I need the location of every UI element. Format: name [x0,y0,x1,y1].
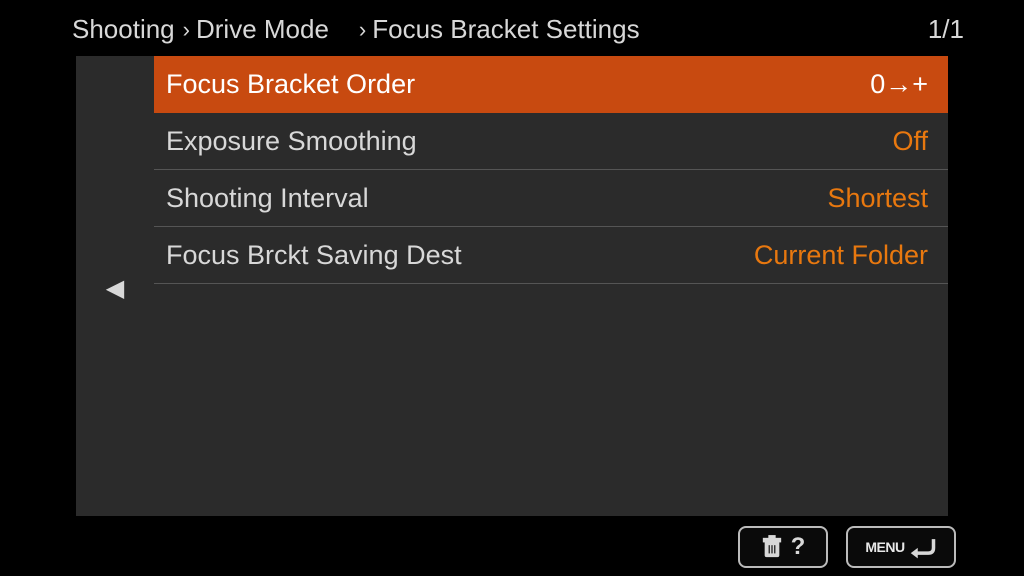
menu-item-value: 0→+ [870,69,928,100]
menu-item-value: Current Folder [754,240,928,271]
menu-panel: ◀ Focus Bracket Order 0→+ Exposure Smoot… [76,56,948,516]
menu-item-label: Focus Brckt Saving Dest [166,240,462,271]
chevron-right-icon: › [183,17,190,43]
left-nav-gutter: ◀ [76,56,154,516]
back-arrow-icon [909,535,937,559]
menu-label: MENU [865,539,904,555]
menu-item-label: Exposure Smoothing [166,126,417,157]
help-label: ? [791,533,806,561]
footer-controls: ? MENU [738,526,956,568]
menu-item-value: Off [892,126,928,157]
breadcrumb-path: Shooting › Drive Mode › Focus Bracket Se… [72,14,642,45]
menu-item-value: Shortest [827,183,928,214]
menu-item-saving-dest[interactable]: Focus Brckt Saving Dest Current Folder [154,227,948,284]
menu-item-exposure-smoothing[interactable]: Exposure Smoothing Off [154,113,948,170]
nav-left-icon[interactable]: ◀ [106,274,124,303]
menu-item-shooting-interval[interactable]: Shooting Interval Shortest [154,170,948,227]
delete-help-button[interactable]: ? [738,526,828,568]
breadcrumb: Shooting › Drive Mode › Focus Bracket Se… [0,0,1024,53]
menu-back-button[interactable]: MENU [846,526,956,568]
breadcrumb-level-3: Focus Bracket Settings [372,14,639,45]
breadcrumb-level-1[interactable]: Shooting [72,14,175,45]
breadcrumb-level-2[interactable]: Drive Mode [196,14,329,45]
trash-icon [761,535,783,559]
settings-list: Focus Bracket Order 0→+ Exposure Smoothi… [154,56,948,516]
menu-item-focus-bracket-order[interactable]: Focus Bracket Order 0→+ [154,56,948,113]
menu-item-label: Shooting Interval [166,183,369,214]
menu-item-label: Focus Bracket Order [166,69,415,100]
page-indicator: 1/1 [928,14,964,45]
chevron-right-icon: › [359,17,366,43]
